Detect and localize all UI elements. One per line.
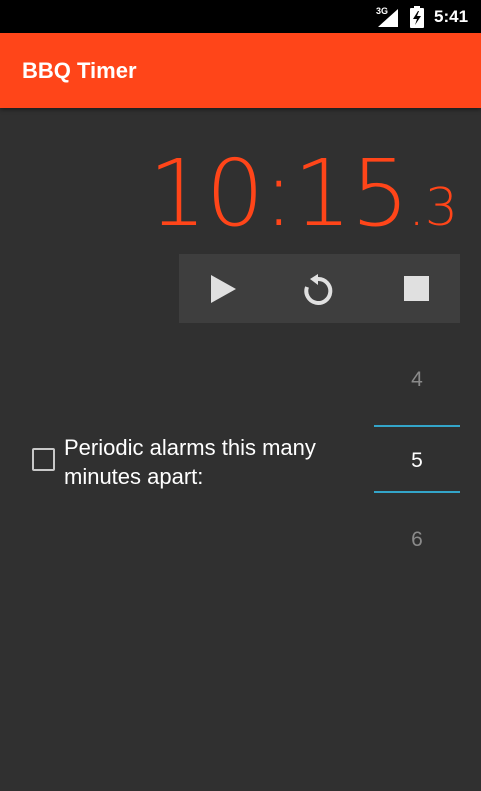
stop-button[interactable] bbox=[367, 254, 460, 323]
timer-controls bbox=[179, 254, 460, 323]
periodic-alarm-checkbox[interactable] bbox=[32, 448, 55, 471]
picker-prev-value[interactable]: 4 bbox=[374, 368, 460, 392]
reset-icon bbox=[304, 274, 333, 305]
status-time: 5:41 bbox=[434, 7, 469, 26]
picker-current-value[interactable]: 5 bbox=[374, 449, 460, 473]
stop-icon bbox=[404, 276, 429, 301]
app-title: BBQ Timer bbox=[22, 58, 137, 83]
app-bar: BBQ Timer bbox=[0, 33, 481, 108]
battery-charging-icon bbox=[410, 6, 424, 33]
signal-icon bbox=[378, 9, 398, 32]
timer-fraction: .3 bbox=[408, 178, 458, 238]
picker-next-value[interactable]: 6 bbox=[374, 528, 460, 552]
play-button[interactable] bbox=[179, 254, 272, 323]
minutes-picker[interactable]: 4 5 6 bbox=[374, 350, 460, 570]
picker-top-divider bbox=[374, 425, 460, 427]
reset-button[interactable] bbox=[272, 254, 365, 323]
play-icon bbox=[211, 275, 236, 303]
timer-main: 10:15 bbox=[148, 140, 409, 247]
periodic-alarm-label: Periodic alarms this many minutes apart: bbox=[64, 435, 316, 489]
timer-display: 10:15.3 bbox=[148, 140, 458, 247]
status-bar: 3G 5:41 bbox=[0, 0, 481, 33]
picker-bottom-divider bbox=[374, 491, 460, 493]
